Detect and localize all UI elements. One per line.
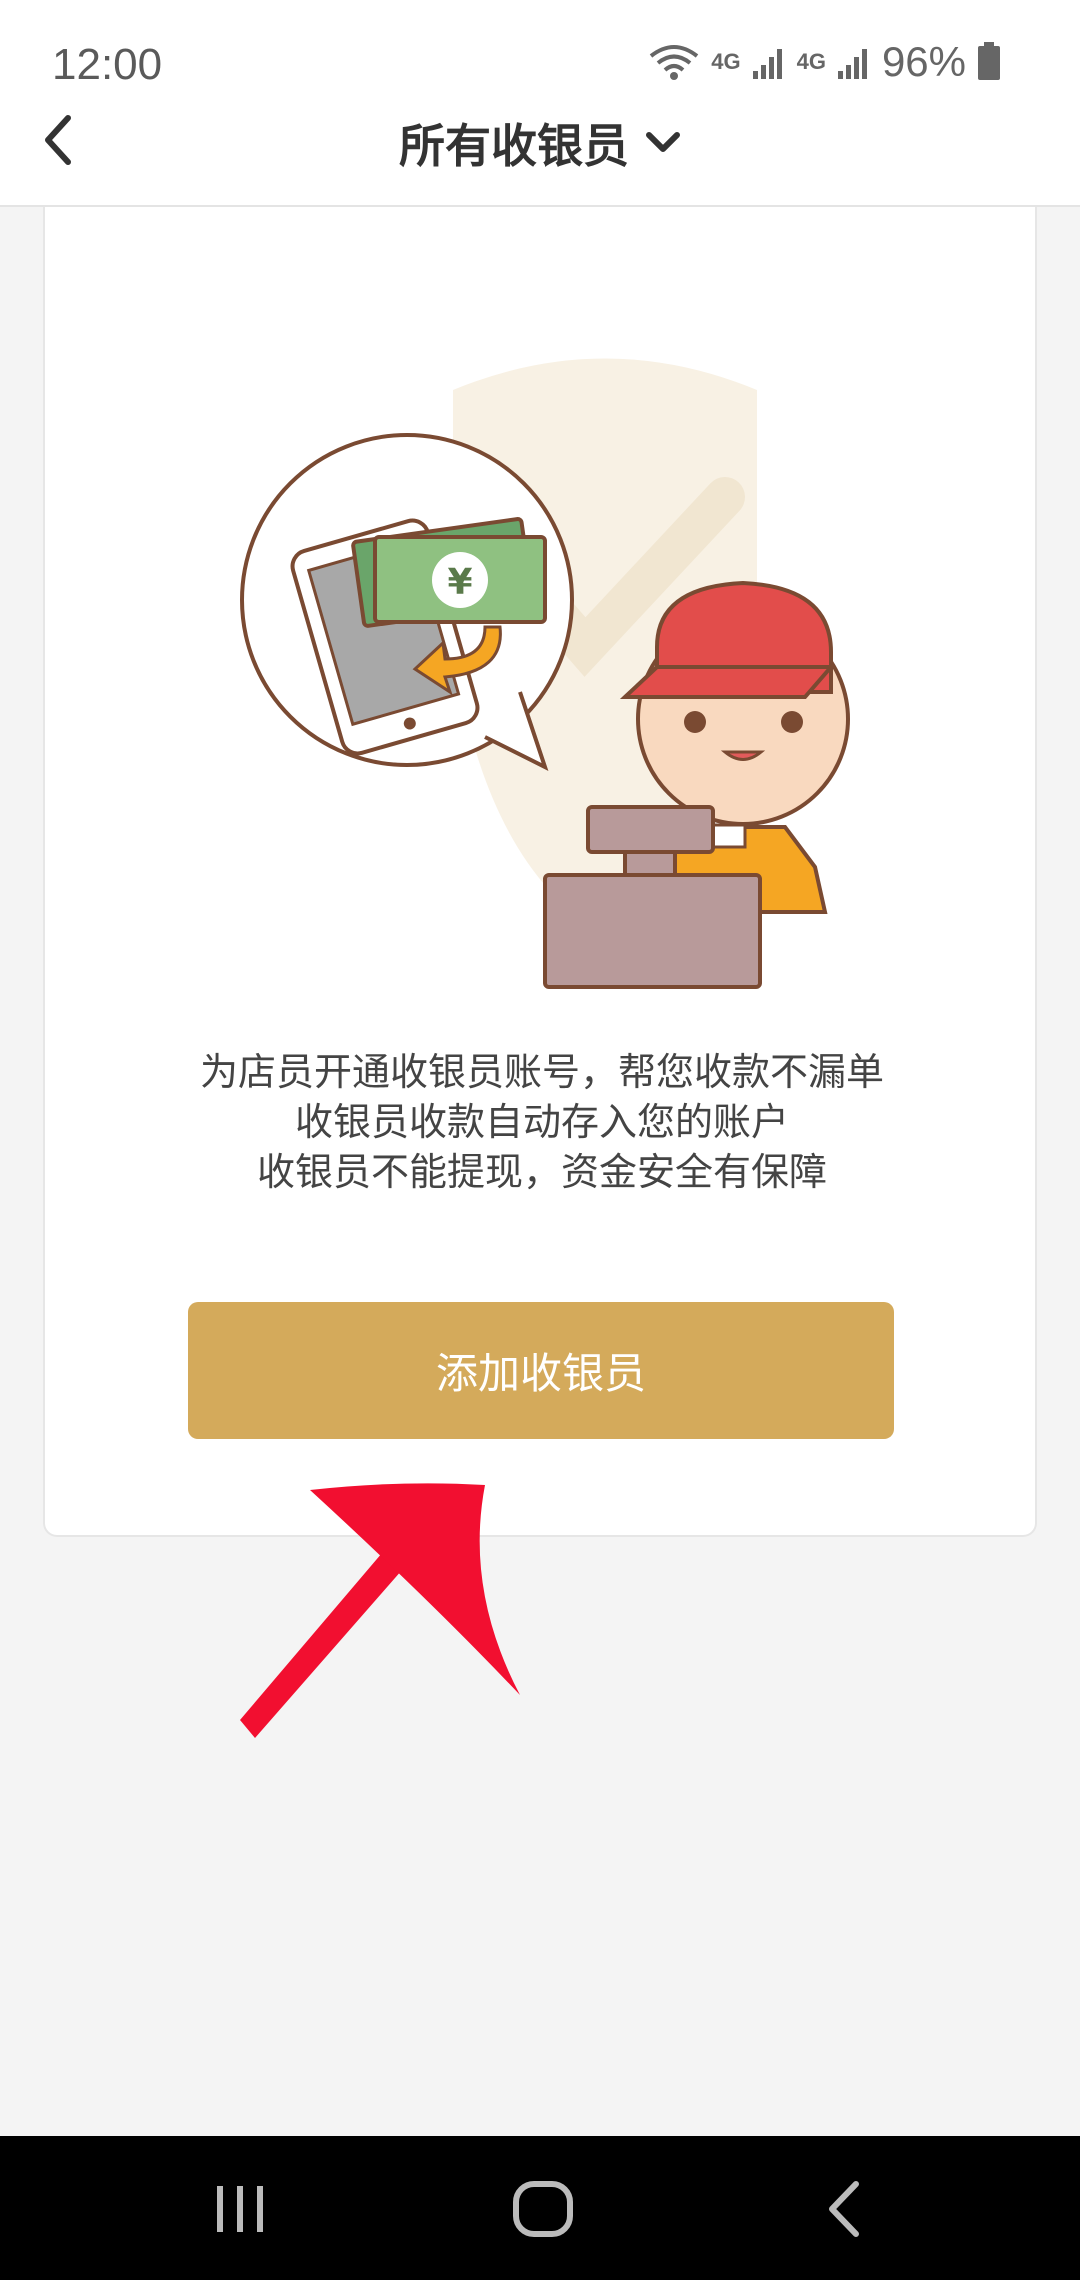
network-label-2: 4G	[796, 49, 826, 74]
chevron-down-icon	[646, 132, 680, 152]
back-icon[interactable]	[810, 2174, 880, 2244]
network-label-1: 4G	[711, 49, 741, 74]
description-line: 收银员收款自动存入您的账户	[294, 1100, 789, 1144]
signal-icon	[752, 49, 782, 79]
description-line: 为店员开通收银员账号，帮您收款不漏单	[199, 1050, 884, 1094]
cashier-illustration: ¥	[240, 358, 850, 989]
status-time: 12:00	[52, 40, 163, 89]
title-dropdown[interactable]: 所有收银员	[0, 110, 1080, 176]
description-line: 收银员不能提现，资金安全有保障	[256, 1150, 827, 1194]
page-title: 所有收银员	[399, 119, 629, 173]
pointer-arrow-icon	[240, 1483, 520, 1738]
svg-text:¥: ¥	[447, 562, 472, 603]
home-icon[interactable]	[508, 2174, 578, 2244]
empty-state-card: ¥ 为店员开通收银员账号，帮您收款不漏单 收银员收款自动存入您的账户 收银员不能…	[43, 207, 1037, 1537]
add-cashier-button[interactable]: 添加收银员	[188, 1302, 894, 1439]
recent-apps-icon[interactable]	[205, 2174, 275, 2244]
status-icons: 4G 4G 96%	[647, 38, 1002, 86]
description: 为店员开通收银员账号，帮您收款不漏单 收银员收款自动存入您的账户 收银员不能提现…	[45, 1047, 1039, 1197]
wifi-icon	[649, 45, 699, 80]
battery-icon	[978, 42, 1000, 80]
top-bar: 12:00 4G 4G 96% 所有收银员	[0, 0, 1080, 207]
system-nav-bar	[0, 2136, 1080, 2280]
battery-percent: 96%	[881, 38, 966, 85]
signal-icon	[837, 49, 867, 79]
